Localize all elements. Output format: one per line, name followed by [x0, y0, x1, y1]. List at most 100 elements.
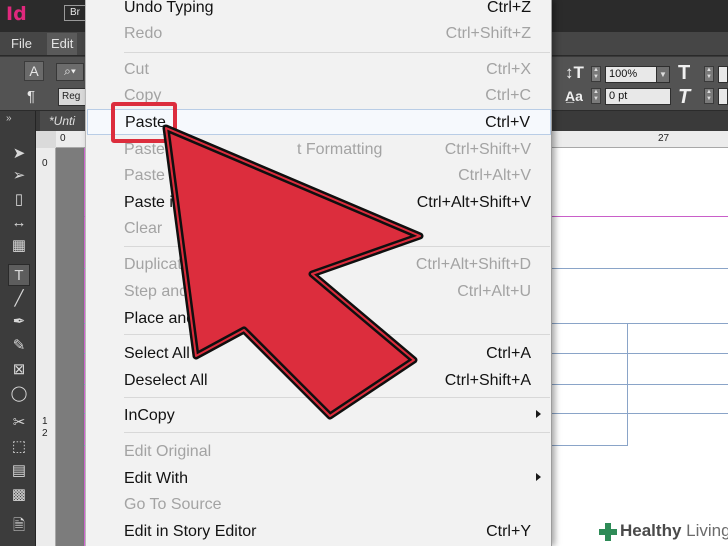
- menu-item-label: Undo Typing: [124, 0, 214, 16]
- menu-item-shortcut: Ctrl+Y: [486, 523, 531, 540]
- baseline-shift-icon: A̲a: [565, 88, 583, 104]
- content-collector-icon[interactable]: ▦: [8, 235, 30, 257]
- menu-item-shortcut: Ctrl+Alt+Shift+D: [415, 256, 531, 273]
- menu-item-undo-typing[interactable]: Undo Typing Ctrl+Z: [87, 0, 551, 21]
- leading-stepper[interactable]: ▲ ▼: [591, 66, 601, 82]
- bridge-button[interactable]: Br: [64, 5, 86, 21]
- note-tool-icon[interactable]: 🗎: [8, 515, 30, 537]
- ruler-mark: 1: [42, 416, 48, 427]
- menu-item-label: Clear: [124, 220, 163, 237]
- font-style-field[interactable]: Reg: [58, 88, 88, 106]
- pen-tool-icon[interactable]: ✒: [8, 311, 30, 333]
- ruler-mark: 0: [60, 133, 66, 144]
- skew-stepper[interactable]: ▲ ▼: [704, 88, 714, 104]
- menu-item-label: Step and Rep: [124, 283, 222, 300]
- tracking-stepper[interactable]: ▲ ▼: [704, 66, 714, 82]
- menu-item-shortcut: Ctrl+Alt+Shift+V: [416, 194, 531, 211]
- page-tool-icon[interactable]: ▯: [8, 189, 30, 211]
- menu-item-clear[interactable]: Clear: [87, 216, 551, 242]
- baseline-stepper[interactable]: ▲ ▼: [591, 88, 601, 104]
- menu-item-label: Go To Source: [124, 496, 222, 513]
- character-formatting-icon[interactable]: A: [24, 61, 44, 81]
- gradient-feather-tool-icon[interactable]: ▩: [8, 484, 30, 506]
- menu-item-edit-with[interactable]: Edit With: [87, 466, 551, 492]
- ruler-mark: 2: [42, 428, 48, 439]
- gradient-tool-icon[interactable]: ▤: [8, 460, 30, 482]
- scissors-tool-icon[interactable]: ✂: [8, 412, 30, 434]
- tools-panel: » ➤ ➢ ▯ ↔ ▦ T ╱ ✒ ✎ ⊠ ◯ ✂ ⬚ ▤ ▩ 🗎: [0, 111, 36, 546]
- menu-item-shortcut: Ctrl+Shift+A: [444, 372, 531, 389]
- tracking-field[interactable]: [718, 66, 728, 83]
- rectangle-frame-tool-icon[interactable]: ⊠: [8, 359, 30, 381]
- menu-item-label: Edit Original: [124, 443, 212, 460]
- menu-separator: [124, 432, 550, 433]
- collapse-panel-icon[interactable]: »: [6, 113, 12, 124]
- menu-item-shortcut: Ctrl+Shift+Z: [445, 25, 531, 42]
- menu-separator: [124, 52, 550, 53]
- direct-selection-tool-icon[interactable]: ➢: [8, 165, 30, 187]
- zoom-dropdown[interactable]: ▼: [656, 66, 670, 83]
- menu-item-incopy[interactable]: InCopy: [87, 403, 551, 429]
- menu-item-redo[interactable]: Redo Ctrl+Shift+Z: [87, 21, 551, 47]
- menu-item-deselect-all[interactable]: Deselect All Ctrl+Shift+A: [87, 368, 551, 394]
- ruler-mark: 0: [42, 158, 48, 169]
- selection-tool-icon[interactable]: ➤: [8, 143, 30, 165]
- menu-item-duplicate[interactable]: Duplicate Ctrl+Alt+Shift+D: [87, 252, 551, 278]
- table-column-border: [627, 323, 628, 445]
- menu-item-place-and-link[interactable]: Place and Link: [87, 306, 551, 332]
- paste-highlight-box: [111, 102, 177, 143]
- pencil-tool-icon[interactable]: ✎: [8, 335, 30, 357]
- brand-watermark: Healthy Living: [594, 520, 728, 546]
- skew-field[interactable]: [718, 88, 728, 105]
- menu-item-select-all[interactable]: Select All Ctrl+A: [87, 341, 551, 367]
- edit-menu: Undo Typing Ctrl+Z Redo Ctrl+Shift+Z Cut Ctrl…: [85, 0, 552, 546]
- menu-item-label: Duplicate: [124, 256, 191, 273]
- gap-tool-icon[interactable]: ↔: [8, 212, 30, 234]
- watermark-text: Healthy Living: [620, 521, 728, 540]
- type-tool-icon[interactable]: T: [8, 264, 30, 286]
- ruler-origin[interactable]: [36, 131, 56, 148]
- menu-item-go-to-source[interactable]: Go To Source: [87, 492, 551, 518]
- menu-item-shortcut: Ctrl+Alt+V: [458, 167, 531, 184]
- search-icon[interactable]: ⌕▾: [56, 63, 84, 81]
- menu-item-shortcut: Ctrl+X: [486, 61, 531, 78]
- menu-item-label: Deselect All: [124, 372, 208, 389]
- menu-item-paste-in-f[interactable]: Paste in F Ctrl+Alt+Shift+V: [87, 190, 551, 216]
- skew-icon: T: [678, 86, 691, 108]
- menu-item-shortcut: Ctrl+A: [486, 345, 531, 362]
- menu-item-label: InCopy: [124, 407, 175, 424]
- tracking-icon: T: [678, 62, 691, 84]
- menu-item-shortcut: Ctrl+Alt+U: [457, 283, 531, 300]
- menu-item-label: Cut: [124, 61, 149, 78]
- menu-item-shortcut: Ctrl+V: [485, 114, 530, 131]
- menu-item-shortcut: Ctrl+Shift+V: [444, 141, 531, 158]
- leading-icon: ↕T: [565, 63, 584, 82]
- menu-file[interactable]: File: [11, 36, 32, 51]
- menu-item-label-tail: t Formatting: [297, 141, 383, 158]
- submenu-arrow-icon: [536, 410, 541, 418]
- line-tool-icon[interactable]: ╱: [8, 288, 30, 310]
- menu-item-shortcut: Ctrl+C: [485, 87, 531, 104]
- menu-item-edit-in-story-editor[interactable]: Edit in Story Editor Ctrl+Y: [87, 519, 551, 545]
- baseline-field[interactable]: 0 pt: [605, 88, 671, 105]
- free-transform-tool-icon[interactable]: ⬚: [8, 436, 30, 458]
- menu-separator: [124, 397, 550, 398]
- menu-item-label: Paste: [124, 141, 165, 158]
- menu-item-label: Edit in Story Editor: [124, 523, 257, 540]
- paragraph-formatting-icon[interactable]: ¶: [27, 88, 35, 105]
- menu-item-label: Paste In: [124, 167, 183, 184]
- menu-item-label: Edit With: [124, 470, 189, 487]
- submenu-arrow-icon: [536, 473, 541, 481]
- menu-item-label: Redo: [124, 25, 163, 42]
- menu-item-edit-original[interactable]: Edit Original: [87, 439, 551, 465]
- health-plus-icon: [599, 523, 617, 541]
- ellipse-tool-icon[interactable]: ◯: [8, 383, 30, 405]
- menu-separator: [124, 246, 550, 247]
- right-control-group: ↕T ▲ ▼ 100% ▼ T ▲ ▼ A̲a ▲ ▼ 0 pt T ▲ ▼: [560, 57, 728, 111]
- zoom-field[interactable]: 100%: [605, 66, 657, 83]
- menu-edit[interactable]: Edit: [47, 33, 78, 55]
- menu-item-step-and-rep[interactable]: Step and Rep Ctrl+Alt+U: [87, 279, 551, 305]
- menu-item-cut[interactable]: Cut Ctrl+X: [87, 57, 551, 83]
- vertical-ruler[interactable]: 0 1 2: [36, 148, 56, 546]
- menu-item-paste-in[interactable]: Paste In Ctrl+Alt+V: [87, 163, 551, 189]
